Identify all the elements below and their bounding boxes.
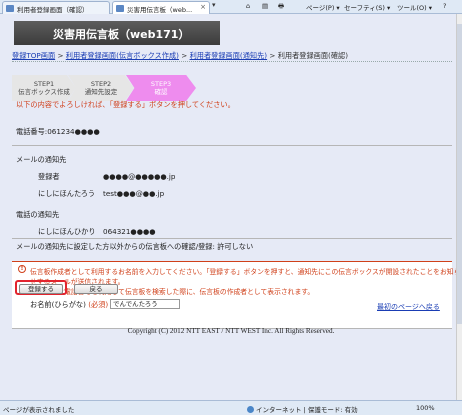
instruction-text: 以下の内容でよろしければ、「登録する」ボタンを押してください。 [16,100,235,109]
tab-label: 災害用伝言板（web... [127,6,193,14]
feeds-button[interactable]: ▤ [262,2,268,10]
tab-list-icon[interactable]: ▾ [212,1,222,13]
breadcrumb-link-top[interactable]: 登録TOP画面 [12,51,55,60]
name-field-label: お名前(ひらがな) (必須) [30,300,108,310]
name-label: お名前(ひらがな) [30,300,86,309]
help-button[interactable]: ? [443,2,446,10]
step-number: STEP1 [33,80,55,88]
breadcrumb: 登録TOP画面 > 利用者登録画面(伝言ボックス作成) > 利用者登録画面(通知… [12,51,452,61]
print-button[interactable]: 🖶 [278,2,284,13]
breadcrumb-link-notify[interactable]: 利用者登録画面(通知先) [190,51,267,60]
phone-section-title: 電話の通知先 [16,210,60,219]
page-icon [116,5,124,12]
divider [12,238,452,239]
breadcrumb-separator: > [181,51,188,60]
vertical-scrollbar[interactable] [456,14,462,400]
tools-menu[interactable]: ツール(O) ▾ [397,2,432,12]
tab-label: 利用者登録画面（確認） [17,6,89,14]
notice-line: 伝言板作成者として利用するお名前を入力してください。「登録する」ボタンを押すと、… [30,268,461,276]
notice-line: 本お名前は電話番号を利用して伝言板を検索した際に、伝言板の作成者として表示されま… [30,288,315,296]
status-bar: ページが表示されました インターネット | 保護モード: 有効 100% [0,400,462,415]
step-label: 通知先設定 [84,88,118,96]
mail-section-title: メールの通知先 [16,155,67,164]
phone-recipient-number: 064321●●●● [103,227,156,236]
step-number: STEP2 [90,80,112,88]
back-to-top-link[interactable]: 最初のページへ戻る [377,302,440,312]
phone-label: 電話番号: [16,127,48,136]
step-label: 確認 [154,88,168,96]
phone-number-row: 電話番号:061234●●●● [16,127,100,137]
safety-menu[interactable]: セーフティ(S) ▾ [344,2,390,12]
step-1: STEP1 伝言ボックス作成 [12,75,76,101]
step-2: STEP2 通知先設定 [68,75,134,101]
zoom-level[interactable]: 100% [416,404,435,412]
step-number: STEP3 [150,80,172,88]
page-icon [6,5,14,12]
scrollbar-thumb[interactable] [457,24,462,324]
security-zone: インターネット | 保護モード: 有効 [247,404,358,414]
home-button[interactable]: ⌂ [246,2,250,10]
permission-text: メールの通知先に設定した方以外からの伝言板への確認/登録: 許可しない [16,242,254,251]
phone-value: 061234●●●● [47,127,100,136]
divider [12,61,452,62]
breadcrumb-link-box[interactable]: 利用者登録画面(伝言ボックス作成) [66,51,179,60]
step-label: 伝言ボックス作成 [18,88,70,96]
breadcrumb-current: 利用者登録画面(確認) [277,51,349,60]
mail-recipient-name: にしにほんたろう [38,189,96,198]
divider [12,145,452,146]
name-input[interactable]: でんでんたろう [110,299,180,309]
page-menu[interactable]: ページ(P) ▾ [306,2,340,12]
phone-recipient-name: にしにほんひかり [38,227,96,236]
zone-text: インターネット | 保護モード: 有効 [256,406,358,414]
mail-recipient-address: ●●●●@●●●●●.jp [103,172,176,181]
mail-recipient-name: 登録者 [38,172,60,181]
copyright: Copyright (C) 2012 NTT EAST / NTT WEST I… [127,327,335,335]
tab-dengon[interactable]: 災害用伝言板（web... × [112,1,210,14]
tab-confirm[interactable]: 利用者登録画面（確認） [2,1,110,14]
page-content: 災害用伝言板（web171） 登録TOP画面 > 利用者登録画面(伝言ボックス作… [0,14,462,400]
register-button[interactable]: 登録する [19,284,63,294]
browser-tab-bar: 利用者登録画面（確認） 災害用伝言板（web... × ▾ ⌂ ▤ 🖶 ページ(… [0,0,462,14]
close-icon[interactable]: × [200,3,206,11]
step-3-active: STEP3 確認 [126,75,196,101]
mail-recipient-address: test●●●@●●.jp [103,189,165,198]
warning-icon: ! [18,265,26,273]
page-header: 災害用伝言板（web171） [14,21,220,45]
breadcrumb-separator: > [269,51,276,60]
breadcrumb-separator: > [57,51,64,60]
globe-icon [247,406,254,413]
back-button[interactable]: 戻る [74,284,118,294]
required-mark: (必須) [88,300,109,309]
status-text: ページが表示されました [3,406,75,414]
page-title: 災害用伝言板（web171） [53,28,190,41]
